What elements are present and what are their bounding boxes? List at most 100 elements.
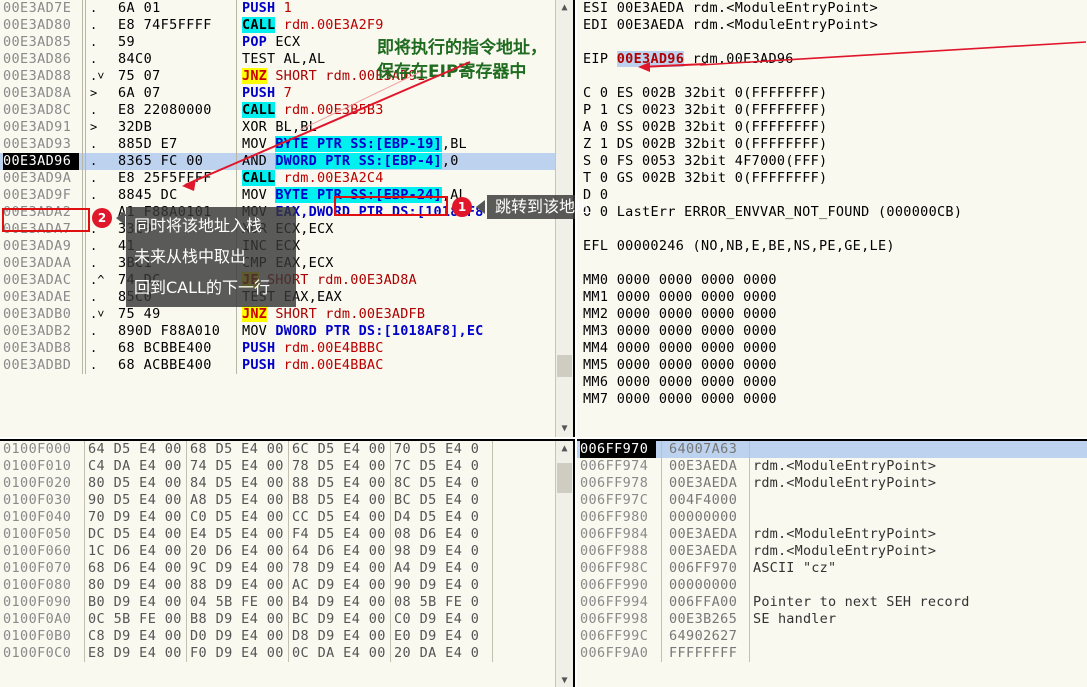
disassembly-row[interactable]: 00E3AD8C. E8 22080000 CALL rdm.00E3B5B3 xyxy=(0,102,573,119)
stack-address: 006FF99C xyxy=(580,628,649,644)
flag-row-C[interactable]: C 0 ES 002B 32bit 0(FFFFFFFF) xyxy=(577,85,1087,102)
stack-row[interactable]: 006FF98C 006FF970 ASCII "cz" xyxy=(577,560,1087,577)
stack-row[interactable]: 006FF998 00E3B265 SE handler xyxy=(577,611,1087,628)
register-value[interactable]: 00E3AEDA xyxy=(617,0,684,16)
register-row-eip[interactable]: EIP 00E3AD96 rdm.00E3AD96 xyxy=(577,51,1087,68)
stack-row[interactable]: 006FF970 64007A63 xyxy=(577,441,1087,458)
mmx-row-mm2[interactable]: MM2 0000 0000 0000 0000 xyxy=(577,306,1087,323)
column-divider xyxy=(82,306,83,323)
stack-row[interactable]: 006FF9A0 FFFFFFFF xyxy=(577,645,1087,662)
stack-row[interactable]: 006FF988 00E3AEDA rdm.<ModuleEntryPoint> xyxy=(577,543,1087,560)
disassembly-row[interactable]: 00E3AD91 >32DB XOR BL,BL xyxy=(0,119,573,136)
flag-row-Z[interactable]: Z 1 DS 002B 32bit 0(FFFFFFFF) xyxy=(577,136,1087,153)
scroll-thumb[interactable] xyxy=(557,355,572,377)
disassembly-row[interactable]: 00E3AD80. E8 74F5FFFF CALL rdm.00E3A2F9 xyxy=(0,17,573,34)
eflags-row[interactable]: EFL 00000246 (NO,NB,E,BE,NS,PE,GE,LE) xyxy=(577,238,1087,255)
flag-bit[interactable]: 0 xyxy=(600,119,608,135)
disassembly-row[interactable]: 00E3ADBD. 68 ACBBE400 PUSH rdm.00E4BBAC xyxy=(0,357,573,374)
stack-row[interactable]: 006FF978 00E3AEDA rdm.<ModuleEntryPoint> xyxy=(577,475,1087,492)
mmx-row-mm7[interactable]: MM7 0000 0000 0000 0000 xyxy=(577,391,1087,408)
flag-row-T[interactable]: T 0 GS 002B 32bit 0(FFFFFFFF) xyxy=(577,170,1087,187)
stack-row[interactable]: 006FF97C 004F4000 xyxy=(577,492,1087,509)
instruction-marker: . xyxy=(90,171,98,185)
segment-base: 0(FFFFFFFF) xyxy=(734,102,828,118)
stack-row[interactable]: 006FF984 00E3AEDA rdm.<ModuleEntryPoint> xyxy=(577,526,1087,543)
mmx-row-mm1[interactable]: MM1 0000 0000 0000 0000 xyxy=(577,289,1087,306)
flag-row-O[interactable]: O 0 LastErr ERROR_ENVVAR_NOT_FOUND (0000… xyxy=(577,204,1087,221)
flag-bit[interactable]: 1 xyxy=(600,136,608,152)
dump-address: 0100F040 xyxy=(3,509,72,525)
register-value[interactable]: 00E3AEDA xyxy=(617,17,684,33)
stack-row[interactable]: 006FF994 006FFA00 Pointer to next SEH reco… xyxy=(577,594,1087,611)
register-value[interactable]: 00E3AD96 xyxy=(616,51,685,67)
register-row-list[interactable]: ESI 00E3AEDA rdm.<ModuleEntryPoint> EDI 0… xyxy=(577,0,1087,408)
mmx-row-mm0[interactable]: MM0 0000 0000 0000 0000 xyxy=(577,272,1087,289)
hex-dump-row[interactable]: 0100F040 70 D9 E4 00 C0 D5 E4 00 CC D5 E4 0… xyxy=(0,509,573,526)
flag-row-S[interactable]: S 0 FS 0053 32bit 4F7000(FFF) xyxy=(577,153,1087,170)
mmx-row-mm3[interactable]: MM3 0000 0000 0000 0000 xyxy=(577,323,1087,340)
annotation-tooltip-2: 同时将该地址入栈 未来从栈中取出 回到CALL的下一行 xyxy=(126,207,296,307)
dump-scroll-down-icon[interactable]: ▼ xyxy=(556,673,573,687)
column-divider xyxy=(749,560,750,577)
hex-dump-row[interactable]: 0100F060 1C D6 E4 00 20 D6 E4 00 64 D6 E4 0… xyxy=(0,543,573,560)
hex-dump-row[interactable]: 0100F030 90 D5 E4 00 A8 D5 E4 00 B8 D5 E4 0… xyxy=(0,492,573,509)
dump-bytes: 64 D5 E4 00 xyxy=(88,441,182,457)
stack-panel[interactable]: 006FF970 64007A63 006FF974 00E3AEDA rdm.<Mod… xyxy=(577,439,1087,687)
hex-dump-row[interactable]: 0100F0C0 E8 D9 E4 00 F0 D9 E4 00 0C DA E4 0… xyxy=(0,645,573,662)
stack-row[interactable]: 006FF99C 64902627 xyxy=(577,628,1087,645)
stack-row-list[interactable]: 006FF970 64007A63 006FF974 00E3AEDA rdm.<Mod… xyxy=(577,441,1087,662)
disassembly-row[interactable]: 00E3AD7E. 6A 01 PUSH 1 xyxy=(0,0,573,17)
disassembly-row[interactable]: 00E3AD96. 8365 FC 00 AND DWORD PTR SS:[EBP… xyxy=(0,153,573,170)
hex-dump-row[interactable]: 0100F0B0 C8 D9 E4 00 D0 D9 E4 00 D8 D9 E4 0… xyxy=(0,628,573,645)
hex-dump-panel[interactable]: 0100F000 64 D5 E4 00 68 D5 E4 00 6C D5 E4 0… xyxy=(0,439,575,687)
dump-scroll-up-icon[interactable]: ▲ xyxy=(556,441,573,457)
hex-dump-row[interactable]: 0100F0A0 0C 5B FE 00 B8 D9 E4 00 BC D9 E4 0… xyxy=(0,611,573,628)
dump-scrollbar[interactable]: ▲ ▼ xyxy=(555,441,573,687)
hex-dump-row[interactable]: 0100F050 DC D5 E4 00 E4 D5 E4 00 F4 D5 E4 0… xyxy=(0,526,573,543)
disassembly-row[interactable]: 00E3ADB2. 890D F88A010 MOV DWORD PTR DS:[1… xyxy=(0,323,573,340)
disassembly-row[interactable]: 00E3AD8A >6A 07 PUSH 7 xyxy=(0,85,573,102)
flag-bit[interactable]: 0 xyxy=(600,85,608,101)
dump-scroll-thumb[interactable] xyxy=(557,463,572,493)
stack-row[interactable]: 006FF990 00000000 xyxy=(577,577,1087,594)
flag-bit[interactable]: 0 xyxy=(600,187,608,203)
registers-panel[interactable]: ESI 00E3AEDA rdm.<ModuleEntryPoint> EDI 0… xyxy=(577,0,1087,437)
scroll-down-icon[interactable]: ▼ xyxy=(556,421,573,437)
mmx-row-mm5[interactable]: MM5 0000 0000 0000 0000 xyxy=(577,357,1087,374)
disassembly-row[interactable]: 00E3AD9A. E8 25F5FFFF CALL rdm.00E3A2C4 xyxy=(0,170,573,187)
flag-bit[interactable]: 1 xyxy=(600,102,608,118)
disassembly-row[interactable]: 00E3AD93. 885D E7 MOV BYTE PTR SS:[EBP-19]… xyxy=(0,136,573,153)
instruction-bytes: 885D E7 xyxy=(118,136,178,152)
flag-row-A[interactable]: A 0 SS 002B 32bit 0(FFFFFFFF) xyxy=(577,119,1087,136)
hex-dump-row[interactable]: 0100F070 68 D6 E4 00 9C D9 E4 00 78 D9 E4 0… xyxy=(0,560,573,577)
mmx-row-mm4[interactable]: MM4 0000 0000 0000 0000 xyxy=(577,340,1087,357)
disassembly-row[interactable]: 00E3ADB8. 68 BCBBE400 PUSH rdm.00E4BBBC xyxy=(0,340,573,357)
register-row-edi[interactable]: EDI 00E3AEDA rdm.<ModuleEntryPoint> xyxy=(577,17,1087,34)
register-spacer xyxy=(577,221,1087,238)
column-divider xyxy=(749,543,750,560)
flag-row-P[interactable]: P 1 CS 0023 32bit 0(FFFFFFFF) xyxy=(577,102,1087,119)
disassembly-row[interactable]: 00E3ADB0 .˅ 75 49 JNZ SHORT rdm.00E3ADFB xyxy=(0,306,573,323)
stack-row[interactable]: 006FF974 00E3AEDA rdm.<ModuleEntryPoint> xyxy=(577,458,1087,475)
hex-dump-row[interactable]: 0100F020 80 D5 E4 00 84 D5 E4 00 88 D5 E4 0… xyxy=(0,475,573,492)
hex-dump-row-list[interactable]: 0100F000 64 D5 E4 00 68 D5 E4 00 6C D5 E4 0… xyxy=(0,441,573,662)
hex-dump-row[interactable]: 0100F000 64 D5 E4 00 68 D5 E4 00 6C D5 E4 0… xyxy=(0,441,573,458)
column-divider xyxy=(82,0,83,17)
flag-bit[interactable]: 0 xyxy=(600,204,608,220)
column-divider xyxy=(492,475,493,492)
hex-dump-row[interactable]: 0100F080 80 D9 E4 00 88 D9 E4 00 AC D9 E4 0… xyxy=(0,577,573,594)
flag-bit[interactable]: 0 xyxy=(600,153,608,169)
register-row-esi[interactable]: ESI 00E3AEDA rdm.<ModuleEntryPoint> xyxy=(577,0,1087,17)
hex-dump-row[interactable]: 0100F090 B0 D9 E4 00 04 5B FE 00 B4 D9 E4 0… xyxy=(0,594,573,611)
dump-address: 0100F0B0 xyxy=(3,628,72,644)
scroll-up-icon[interactable]: ▲ xyxy=(556,0,573,16)
stack-row[interactable]: 006FF980 00000000 xyxy=(577,509,1087,526)
flag-row-D[interactable]: D 0 xyxy=(577,187,1087,204)
instruction-mnemonic: MOV xyxy=(242,136,267,152)
stack-comment: rdm.<ModuleEntryPoint> xyxy=(753,475,937,491)
instruction-mnemonic: POP xyxy=(242,34,267,50)
flag-bit[interactable]: 0 xyxy=(600,170,608,186)
mmx-row-mm6[interactable]: MM6 0000 0000 0000 0000 xyxy=(577,374,1087,391)
hex-dump-row[interactable]: 0100F010 C4 DA E4 00 74 D5 E4 00 78 D5 E4 0… xyxy=(0,458,573,475)
instruction-text: XOR BL,BL xyxy=(242,119,317,136)
